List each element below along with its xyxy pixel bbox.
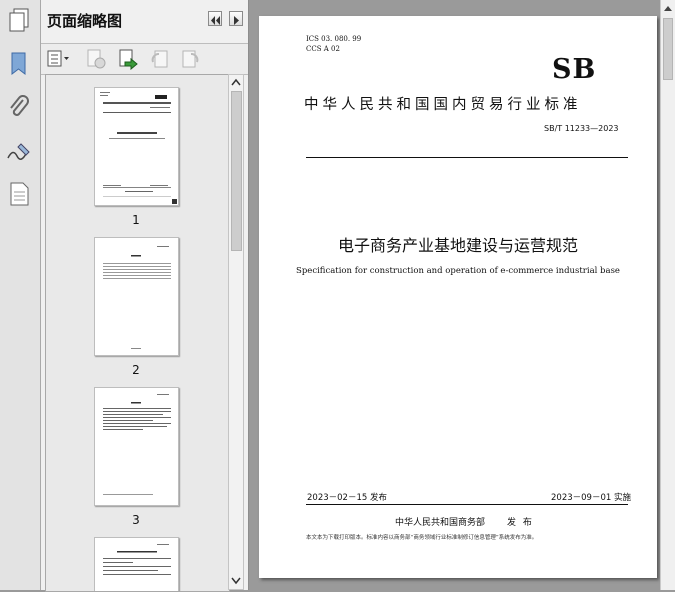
thumbnail-label-3: 3 [132, 513, 140, 527]
collapse-panel-button[interactable] [208, 11, 222, 26]
page-icon[interactable] [5, 180, 33, 208]
panel-title: 页面缩略图 [47, 12, 123, 30]
document-scroll-thumb[interactable] [663, 18, 673, 80]
scroll-down-icon[interactable] [231, 577, 241, 585]
thumbnail-scrollbar[interactable] [228, 74, 244, 590]
options-menu-icon[interactable] [47, 49, 71, 68]
footer-divider [306, 504, 628, 505]
scroll-up-icon[interactable] [231, 78, 241, 86]
insert-page-icon[interactable] [117, 48, 139, 71]
issuer: 中华人民共和国商务部 [395, 518, 486, 528]
standard-category: 中华人民共和国国内贸易行业标准 [304, 97, 582, 113]
thumbnail-label-2: 2 [132, 363, 140, 377]
thumbnail-page-4[interactable] [94, 537, 179, 591]
thumbnail-page-3[interactable] [94, 387, 179, 506]
standard-number: SB/T 11233—2023 [544, 124, 619, 133]
thumbnail-panel: 页面缩略图 1 2 3 [41, 0, 249, 592]
ccs-code: CCS A 02 [306, 45, 340, 53]
attachment-icon[interactable] [5, 94, 33, 122]
header-divider [306, 157, 628, 158]
download-footnote: 本文本为下载打印版本。标准内容以商务部“商务领域行业标准制修订信息管理”系统发布… [306, 535, 538, 541]
document-viewer[interactable]: ICS 03. 080. 99 CCS A 02 SB 中华人民共和国国内贸易行… [249, 0, 660, 590]
thumbnail-scroll-thumb[interactable] [231, 91, 242, 251]
document-title-en: Specification for construction and opera… [296, 266, 620, 276]
thumbnail-list[interactable]: 1 2 3 [45, 74, 230, 592]
rotate-left-icon[interactable] [149, 48, 171, 70]
ics-code: ICS 03. 080. 99 [306, 35, 362, 43]
copy-pages-icon[interactable] [5, 6, 33, 34]
document-scrollbar[interactable] [660, 0, 675, 590]
thumbnail-page-1[interactable] [94, 87, 179, 206]
sb-logo: SB [552, 54, 597, 85]
publish-date: 2023－02－15 发布 [307, 493, 387, 503]
rotate-right-icon[interactable] [179, 48, 201, 70]
document-page: ICS 03. 080. 99 CCS A 02 SB 中华人民共和国国内贸易行… [259, 16, 657, 578]
thumbnail-toolbar [41, 43, 248, 75]
effective-date: 2023－09－01 实施 [551, 493, 631, 503]
issuer-action: 发 布 [507, 518, 534, 528]
thumbnail-page-2[interactable] [94, 237, 179, 356]
navigation-rail [0, 0, 41, 590]
bookmark-icon[interactable] [5, 50, 33, 78]
document-title-cn: 电子商务产业基地建设与运营规范 [337, 236, 578, 255]
delete-page-icon[interactable] [85, 48, 107, 70]
thumbnail-label-1: 1 [132, 213, 140, 227]
signature-icon[interactable] [5, 138, 33, 166]
expand-panel-button[interactable] [229, 11, 243, 26]
doc-scroll-up-icon[interactable] [663, 4, 673, 12]
